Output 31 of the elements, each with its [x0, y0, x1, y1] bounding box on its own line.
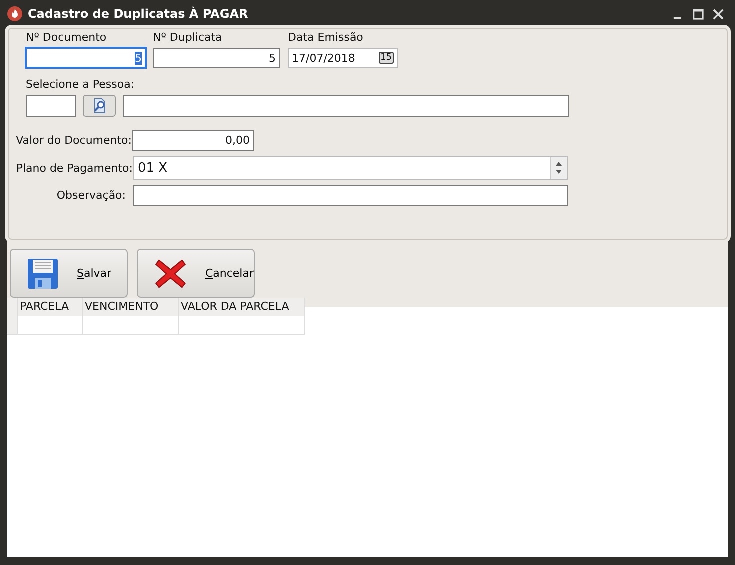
field-label: Plano de Pagamento:: [15, 162, 133, 174]
field-label: Valor do Documento:: [15, 134, 132, 147]
spinner-icon[interactable]: [550, 157, 567, 179]
window-title: Cadastro de Duplicatas À PAGAR: [28, 7, 248, 21]
input-field[interactable]: [26, 95, 76, 117]
column-header[interactable]: VALOR DA PARCELA: [179, 298, 305, 316]
input-field[interactable]: 5: [26, 48, 146, 68]
field-label: Nº Documento: [26, 31, 108, 45]
dropdown-field[interactable]: 01 X: [133, 156, 568, 180]
field-label: Selecione a Pessoa:: [26, 78, 136, 92]
floppy-icon: [27, 258, 59, 290]
maximize-icon[interactable]: [693, 8, 704, 20]
calendar-button[interactable]: 15: [378, 52, 394, 64]
save-button[interactable]: Salvar: [10, 249, 128, 298]
input-field[interactable]: 0,00: [132, 130, 254, 151]
search-icon: [92, 98, 108, 114]
column-header[interactable]: VENCIMENTO: [83, 298, 179, 316]
input-field[interactable]: [133, 185, 568, 206]
field-label: Data Emissão: [288, 31, 364, 45]
field-label: Observação:: [56, 189, 126, 202]
column-header[interactable]: PARCELA: [18, 298, 83, 316]
close-icon[interactable]: [713, 8, 724, 20]
cancel-button[interactable]: Cancelar: [137, 249, 255, 298]
flame-icon: [7, 6, 23, 22]
field-label: Nº Duplicata: [153, 31, 224, 45]
date-value: 17/07/2018: [292, 52, 356, 64]
date-field[interactable]: 17/07/2018 15: [288, 48, 398, 68]
search-button[interactable]: [83, 95, 116, 117]
input-field[interactable]: 5: [153, 48, 280, 68]
cross-icon: [154, 256, 188, 290]
input-field[interactable]: [123, 95, 569, 117]
